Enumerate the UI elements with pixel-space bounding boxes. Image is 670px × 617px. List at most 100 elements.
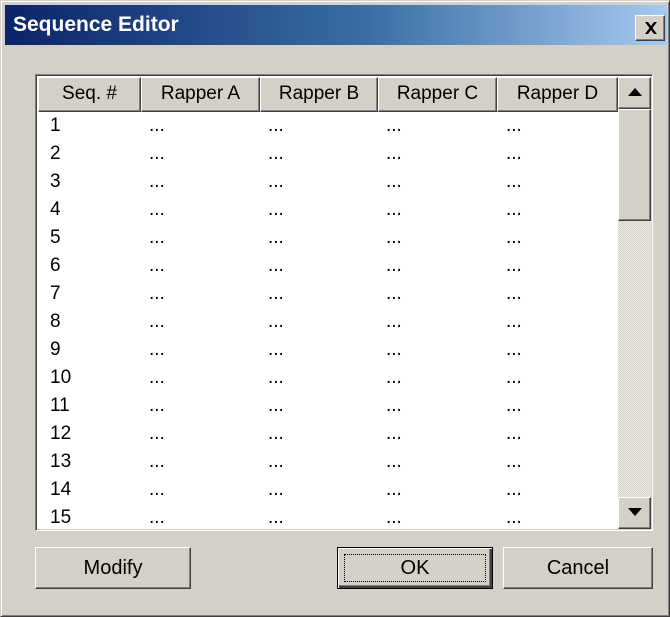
rapper-cell: ...	[149, 451, 165, 472]
rapper-cell: ...	[268, 339, 284, 360]
rapper-cell: ...	[386, 227, 402, 248]
rapper-cell: ...	[149, 171, 165, 192]
column-header-rapper-a[interactable]: Rapper A	[141, 77, 260, 112]
rapper-cell: ...	[386, 143, 402, 164]
rapper-cell: ...	[386, 311, 402, 332]
close-button[interactable]	[635, 15, 665, 41]
rapper-cell: ...	[386, 479, 402, 500]
rapper-cell: ...	[149, 255, 165, 276]
rapper-cell: ...	[268, 115, 284, 136]
modify-button-label: Modify	[83, 557, 143, 579]
rapper-cell: ...	[268, 227, 284, 248]
rapper-cell: ...	[386, 451, 402, 472]
ok-button-label: OK	[400, 557, 430, 579]
close-icon	[645, 22, 657, 34]
rapper-cell: ...	[268, 143, 284, 164]
table-row[interactable]: 2............	[38, 140, 618, 168]
seq-number-cell: 4	[50, 199, 61, 220]
scroll-up-button[interactable]	[618, 77, 651, 109]
scroll-thumb[interactable]	[618, 109, 651, 221]
rapper-cell: ...	[149, 283, 165, 304]
scroll-down-button[interactable]	[618, 497, 651, 529]
rapper-cell: ...	[149, 311, 165, 332]
rapper-cell: ...	[506, 339, 522, 360]
column-header-rapper-d[interactable]: Rapper D	[497, 77, 618, 112]
rapper-cell: ...	[506, 395, 522, 416]
rapper-cell: ...	[506, 283, 522, 304]
rapper-cell: ...	[386, 199, 402, 220]
table-row[interactable]: 4............	[38, 196, 618, 224]
rapper-cell: ...	[386, 367, 402, 388]
rapper-cell: ...	[506, 423, 522, 444]
seq-number-cell: 12	[50, 423, 72, 444]
rapper-cell: ...	[386, 115, 402, 136]
rapper-cell: ...	[506, 143, 522, 164]
table-row[interactable]: 7............	[38, 280, 618, 308]
rapper-cell: ...	[149, 507, 165, 528]
table-row[interactable]: 5............	[38, 224, 618, 252]
table-row[interactable]: 15............	[38, 504, 618, 529]
rapper-cell: ...	[386, 255, 402, 276]
ok-button[interactable]: OK	[337, 547, 493, 589]
grid-rows: 1............ 2............ 3............ 4…	[38, 112, 618, 529]
rapper-cell: ...	[149, 199, 165, 220]
rapper-cell: ...	[506, 115, 522, 136]
table-row[interactable]: 10............	[38, 364, 618, 392]
rapper-cell: ...	[506, 311, 522, 332]
rapper-cell: ...	[268, 171, 284, 192]
table-row[interactable]: 1............	[38, 112, 618, 140]
column-header-rapper-c[interactable]: Rapper C	[378, 77, 497, 112]
seq-number-cell: 15	[50, 507, 72, 528]
arrow-up-icon	[628, 88, 642, 96]
cancel-button-label: Cancel	[546, 557, 610, 579]
table-row[interactable]: 3............	[38, 168, 618, 196]
seq-number-cell: 5	[50, 227, 61, 248]
seq-number-cell: 2	[50, 143, 61, 164]
rapper-cell: ...	[386, 423, 402, 444]
rapper-cell: ...	[386, 171, 402, 192]
table-row[interactable]: 14............	[38, 476, 618, 504]
sequence-grid[interactable]: Seq. # Rapper A Rapper B Rapper C Rapper…	[35, 74, 653, 531]
rapper-cell: ...	[149, 115, 165, 136]
rapper-cell: ...	[149, 479, 165, 500]
table-row[interactable]: 9............	[38, 336, 618, 364]
rapper-cell: ...	[149, 367, 165, 388]
rapper-cell: ...	[149, 423, 165, 444]
seq-number-cell: 13	[50, 451, 72, 472]
rapper-cell: ...	[386, 395, 402, 416]
column-header-rapper-b[interactable]: Rapper B	[260, 77, 378, 112]
seq-number-cell: 10	[50, 367, 72, 388]
rapper-cell: ...	[268, 311, 284, 332]
rapper-cell: ...	[268, 395, 284, 416]
table-row[interactable]: 13............	[38, 448, 618, 476]
seq-number-cell: 7	[50, 283, 61, 304]
seq-number-cell: 8	[50, 311, 61, 332]
rapper-cell: ...	[386, 507, 402, 528]
table-row[interactable]: 6............	[38, 252, 618, 280]
title-bar[interactable]: Sequence Editor	[5, 5, 667, 45]
arrow-down-icon	[628, 508, 642, 516]
table-row[interactable]: 11............	[38, 392, 618, 420]
rapper-cell: ...	[506, 171, 522, 192]
rapper-cell: ...	[506, 479, 522, 500]
rapper-cell: ...	[506, 199, 522, 220]
seq-number-cell: 3	[50, 171, 61, 192]
rapper-cell: ...	[386, 339, 402, 360]
rapper-cell: ...	[268, 479, 284, 500]
seq-number-cell: 6	[50, 255, 61, 276]
sequence-editor-dialog: Sequence Editor Seq. # Rapper A Rapper B…	[0, 0, 670, 617]
cancel-button[interactable]: Cancel	[503, 547, 653, 589]
column-header-seq[interactable]: Seq. #	[38, 77, 141, 112]
rapper-cell: ...	[506, 227, 522, 248]
rapper-cell: ...	[149, 227, 165, 248]
seq-number-cell: 9	[50, 339, 61, 360]
table-row[interactable]: 8............	[38, 308, 618, 336]
rapper-cell: ...	[149, 395, 165, 416]
seq-number-cell: 14	[50, 479, 72, 500]
grid-header: Seq. # Rapper A Rapper B Rapper C Rapper…	[38, 77, 618, 112]
rapper-cell: ...	[268, 507, 284, 528]
vertical-scrollbar[interactable]	[618, 77, 651, 529]
rapper-cell: ...	[268, 367, 284, 388]
table-row[interactable]: 12............	[38, 420, 618, 448]
modify-button[interactable]: Modify	[35, 547, 191, 589]
